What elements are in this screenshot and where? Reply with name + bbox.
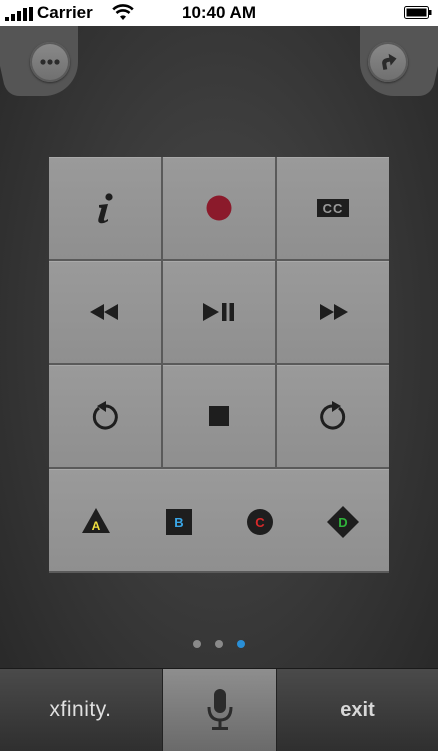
voice-button[interactable] (162, 669, 277, 751)
b-label: B (174, 515, 183, 530)
rewind-button[interactable] (49, 261, 161, 363)
skip-forward-icon (320, 401, 346, 430)
rewind-icon (90, 304, 118, 320)
microphone-icon (207, 689, 232, 730)
fast-forward-button[interactable] (277, 261, 389, 363)
info-icon (98, 193, 113, 224)
clock: 10:40 AM (181, 3, 256, 22)
ellipsis-icon (40, 59, 60, 65)
page-indicator[interactable] (0, 640, 438, 650)
share-button[interactable] (368, 42, 408, 82)
triangle-a-icon: A (82, 508, 110, 533)
xfinity-logo: xfinity. (49, 698, 112, 721)
page-dot[interactable] (215, 640, 223, 648)
record-icon (206, 195, 232, 221)
page-dot[interactable] (193, 640, 201, 648)
status-bar: Carrier 10:40 AM (0, 0, 438, 26)
a-label: A (92, 519, 101, 533)
d-label: D (338, 515, 347, 530)
fast-forward-icon (320, 304, 348, 320)
remote-keypad: CC A B C D (49, 157, 389, 573)
play-pause-icon (203, 303, 234, 321)
circle-c-icon: C (247, 509, 273, 535)
stop-button[interactable] (163, 365, 275, 467)
more-corner (0, 26, 78, 98)
bottom-bar: xfinity. exit (0, 668, 438, 751)
stop-icon (209, 406, 229, 426)
battery-icon (404, 6, 432, 19)
cc-label: CC (322, 200, 344, 216)
d-button[interactable]: D (327, 506, 359, 543)
more-button[interactable] (30, 42, 70, 82)
xfinity-button[interactable]: xfinity. (0, 669, 161, 751)
skip-forward-button[interactable] (277, 365, 389, 467)
closed-captions-button[interactable]: CC (277, 157, 389, 259)
page-dot-active[interactable] (237, 640, 245, 648)
share-corner (360, 26, 438, 98)
play-pause-button[interactable] (163, 261, 275, 363)
info-button[interactable] (49, 157, 161, 259)
exit-button[interactable]: exit (277, 669, 438, 751)
exit-label: exit (340, 698, 375, 721)
record-button[interactable] (163, 157, 275, 259)
c-button[interactable]: C (247, 509, 273, 540)
replay-button[interactable] (49, 365, 161, 467)
color-buttons-row: A B C D (49, 469, 389, 571)
b-button[interactable]: B (166, 509, 192, 540)
diamond-d-icon: D (327, 506, 359, 538)
arrow-up-right-icon (382, 53, 397, 70)
a-button[interactable]: A (81, 507, 111, 540)
c-label: C (255, 515, 265, 530)
square-b-icon: B (166, 509, 192, 535)
replay-icon (92, 401, 118, 430)
cc-icon: CC (317, 199, 349, 217)
